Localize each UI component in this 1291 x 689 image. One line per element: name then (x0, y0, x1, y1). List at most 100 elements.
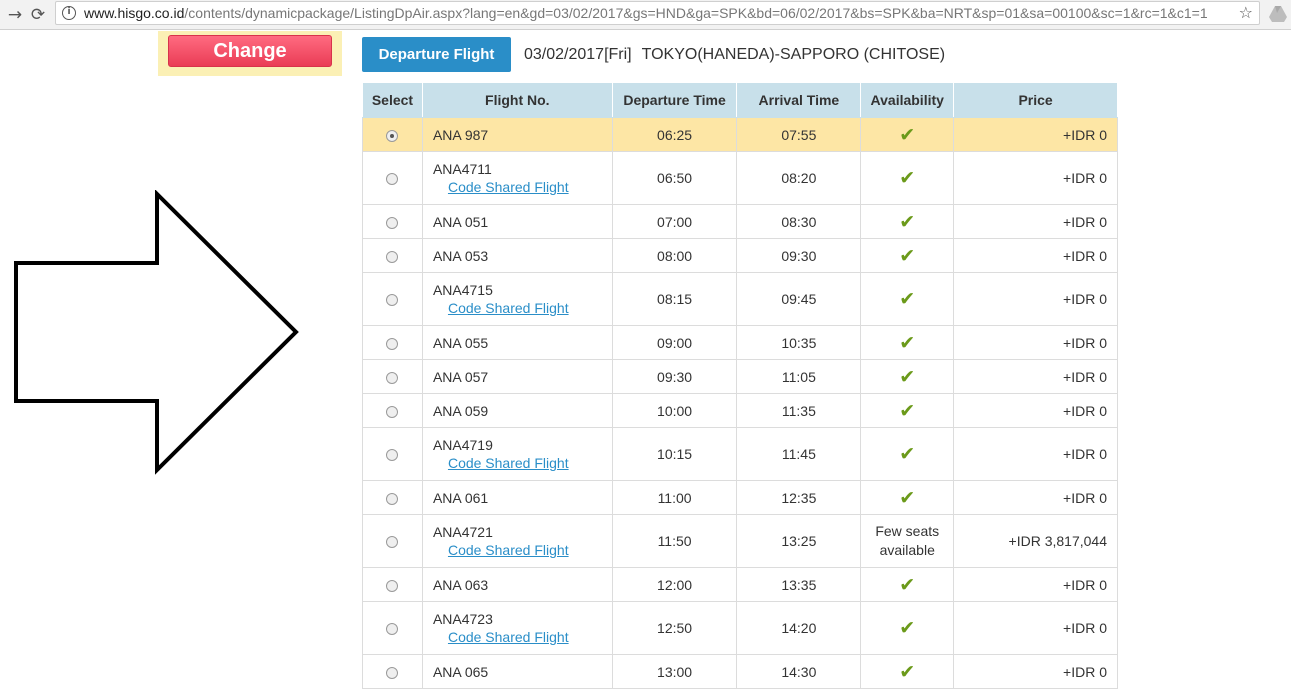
price-cell: +IDR 0 (953, 393, 1118, 428)
check-icon: ✔ (899, 660, 916, 683)
code-shared-flight-link[interactable]: Code Shared Flight (448, 455, 612, 471)
flight-number: ANA 051 (432, 213, 489, 230)
star-icon[interactable]: ☆ (1239, 3, 1253, 22)
flight-radio-button[interactable] (386, 623, 399, 636)
flight-number: ANA 987 (432, 126, 489, 143)
select-cell (362, 272, 423, 326)
flight-radio-button[interactable] (386, 173, 399, 186)
table-row[interactable]: ANA 051 07:00 08:30 ✔ +IDR 0 (362, 204, 1118, 239)
table-row[interactable]: ANA 061 11:00 12:35 ✔ +IDR 0 (362, 480, 1118, 515)
url-host: www.hisgo.co.id (84, 5, 185, 21)
flight-radio-button[interactable] (386, 536, 399, 549)
table-row[interactable]: ANA 059 10:00 11:35 ✔ +IDR 0 (362, 393, 1118, 428)
availability-cell: ✔ (860, 480, 955, 515)
availability-cell: ✔ (860, 567, 955, 602)
flight-radio-button[interactable] (386, 216, 399, 229)
arrival-time-cell: 14:30 (736, 654, 862, 689)
departure-time-cell: 06:50 (612, 151, 738, 205)
table-row[interactable]: ANA4711 Code Shared Flight 06:50 08:20 ✔ +IDR… (362, 151, 1118, 205)
flight-number: ANA 063 (432, 576, 489, 593)
flight-radio-button[interactable] (386, 250, 399, 263)
code-shared-flight-link[interactable]: Code Shared Flight (448, 179, 612, 195)
flight-radio-button[interactable] (386, 129, 399, 142)
availability-cell: ✔ (860, 359, 955, 394)
flight-no-cell: ANA4719 Code Shared Flight (422, 427, 613, 481)
change-panel: Change (158, 31, 342, 76)
availability-cell: ✔ (860, 204, 955, 239)
flight-number: ANA4719 (432, 437, 493, 453)
check-icon: ✔ (899, 210, 916, 233)
departure-time-cell: 09:00 (612, 325, 738, 360)
header-select: Select (362, 82, 423, 118)
departure-time-cell: 09:30 (612, 359, 738, 394)
flight-radio-button[interactable] (386, 492, 399, 505)
address-bar[interactable]: i www.hisgo.co.id/contents/dynamicpackag… (55, 1, 1260, 25)
table-row[interactable]: ANA 987 06:25 07:55 ✔ +IDR 0 (362, 117, 1118, 152)
price-cell: +IDR 0 (953, 654, 1118, 689)
availability-cell: ✔ (860, 601, 955, 655)
departure-time-cell: 08:00 (612, 238, 738, 273)
code-shared-flight-link[interactable]: Code Shared Flight (448, 629, 612, 645)
price-cell: +IDR 0 (953, 117, 1118, 152)
forward-arrow-icon[interactable]: → (4, 4, 26, 26)
flight-radio-button[interactable] (386, 579, 399, 592)
change-button[interactable]: Change (168, 35, 332, 67)
table-row[interactable]: ANA 063 12:00 13:35 ✔ +IDR 0 (362, 567, 1118, 602)
arrival-time-cell: 11:35 (736, 393, 862, 428)
url-path: /contents/dynamicpackage/ListingDpAir.as… (184, 5, 1208, 21)
flight-radio-button[interactable] (386, 405, 399, 418)
flight-no-cell: ANA4715 Code Shared Flight (422, 272, 613, 326)
departure-time-cell: 11:50 (612, 514, 738, 568)
flight-no-cell: ANA 065 (422, 654, 613, 689)
price-cell: +IDR 0 (953, 151, 1118, 205)
code-shared-flight-link[interactable]: Code Shared Flight (448, 300, 612, 316)
availability-cell: Few seats available (860, 514, 955, 568)
table-row[interactable]: ANA4719 Code Shared Flight 10:15 11:45 ✔ +IDR… (362, 427, 1118, 481)
flight-number: ANA4711 (432, 161, 492, 177)
departure-time-cell: 12:50 (612, 601, 738, 655)
header-price: Price (953, 82, 1118, 118)
table-row[interactable]: ANA4721 Code Shared Flight 11:50 13:25 Few s… (362, 514, 1118, 568)
flight-radio-button[interactable] (386, 449, 399, 462)
flight-no-cell: ANA 057 (422, 359, 613, 394)
table-row[interactable]: ANA 055 09:00 10:35 ✔ +IDR 0 (362, 325, 1118, 360)
flight-number: ANA 053 (432, 247, 489, 264)
table-row[interactable]: ANA4715 Code Shared Flight 08:15 09:45 ✔ +IDR… (362, 272, 1118, 326)
flight-radio-button[interactable] (386, 294, 399, 307)
flight-radio-button[interactable] (386, 337, 399, 350)
check-icon: ✔ (899, 399, 916, 422)
select-cell (362, 654, 423, 689)
arrival-time-cell: 10:35 (736, 325, 862, 360)
price-cell: +IDR 0 (953, 272, 1118, 326)
table-row[interactable]: ANA4723 Code Shared Flight 12:50 14:20 ✔ +IDR… (362, 601, 1118, 655)
select-cell (362, 601, 423, 655)
departure-flight-button[interactable]: Departure Flight (362, 37, 511, 72)
flight-number: ANA 055 (432, 334, 489, 351)
check-icon: ✔ (899, 244, 916, 267)
code-shared-flight-link[interactable]: Code Shared Flight (448, 542, 612, 558)
availability-cell: ✔ (860, 325, 955, 360)
reload-icon[interactable]: ⟳ (27, 4, 49, 26)
info-icon[interactable]: i (62, 6, 76, 20)
drive-icon[interactable] (1268, 5, 1288, 23)
table-row[interactable]: ANA 065 13:00 14:30 ✔ +IDR 0 (362, 654, 1118, 689)
select-cell (362, 238, 423, 273)
flight-radio-button[interactable] (386, 371, 399, 384)
table-row[interactable]: ANA 057 09:30 11:05 ✔ +IDR 0 (362, 359, 1118, 394)
check-icon: ✔ (899, 365, 916, 388)
availability-cell: ✔ (860, 151, 955, 205)
right-arrow-icon (14, 190, 299, 475)
flight-radio-button[interactable] (386, 666, 399, 679)
select-cell (362, 204, 423, 239)
url-text[interactable]: www.hisgo.co.id/contents/dynamicpackage/… (84, 5, 1234, 21)
select-cell (362, 117, 423, 152)
price-cell: +IDR 0 (953, 480, 1118, 515)
departure-time-cell: 11:00 (612, 480, 738, 515)
flight-no-cell: ANA4711 Code Shared Flight (422, 151, 613, 205)
table-row[interactable]: ANA 053 08:00 09:30 ✔ +IDR 0 (362, 238, 1118, 273)
price-cell: +IDR 0 (953, 567, 1118, 602)
availability-cell: ✔ (860, 272, 955, 326)
departure-date: 03/02/2017[Fri] (524, 46, 632, 63)
flight-no-cell: ANA 053 (422, 238, 613, 273)
check-icon: ✔ (899, 573, 916, 596)
